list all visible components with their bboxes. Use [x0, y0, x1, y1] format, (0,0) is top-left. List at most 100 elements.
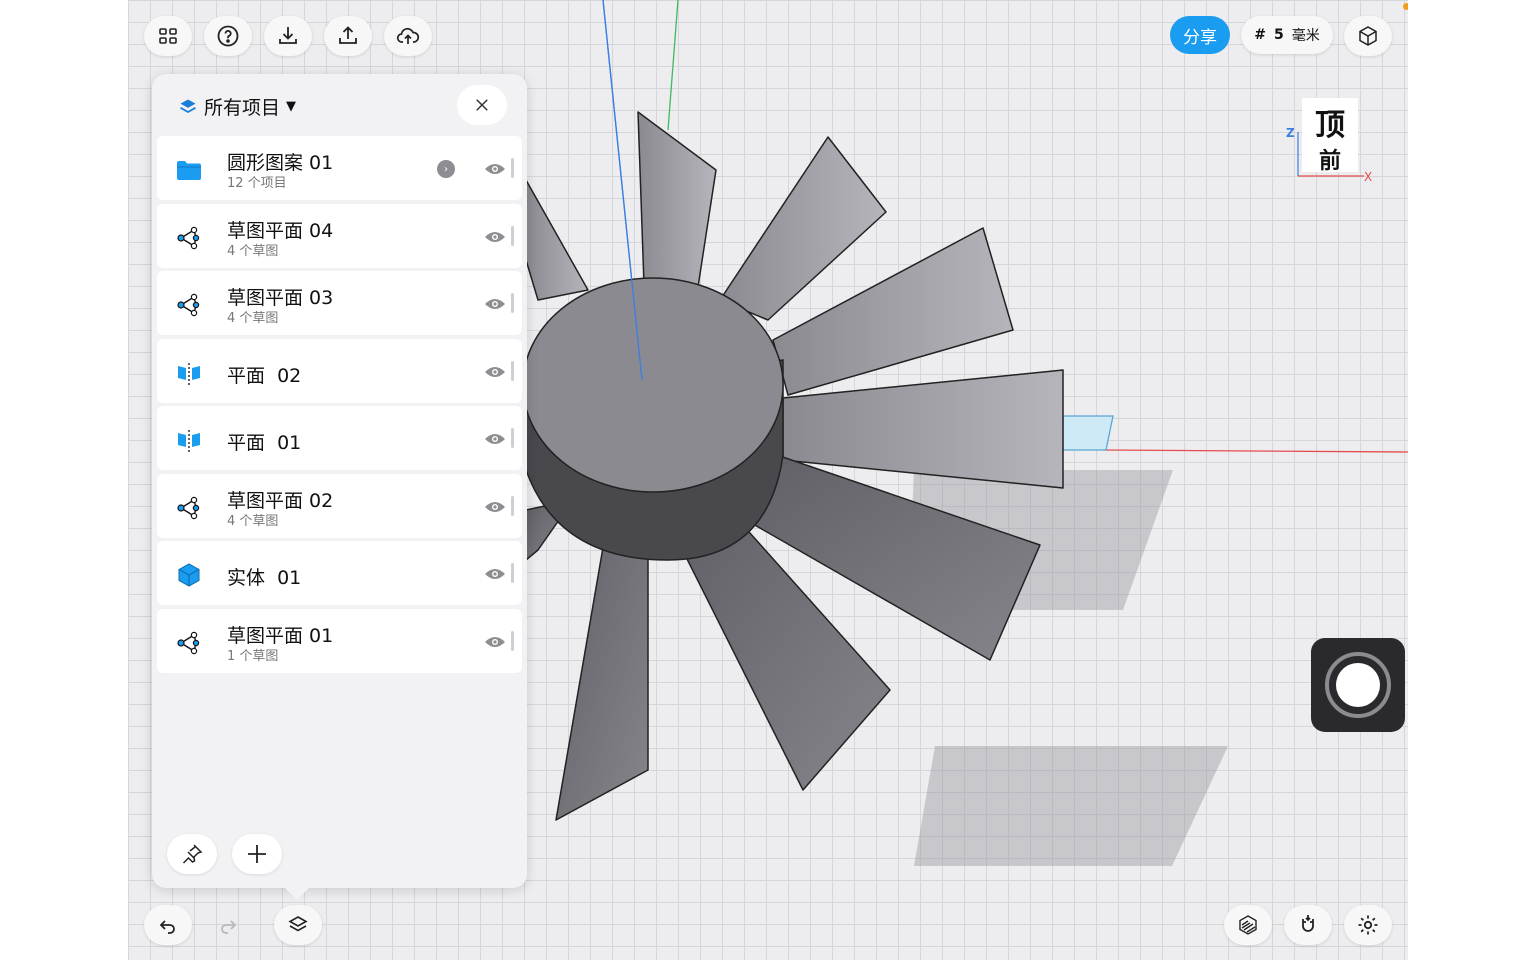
item-name: 平面 01 [227, 432, 302, 454]
sketch-plane [1062, 415, 1114, 451]
eye-icon[interactable] [484, 431, 506, 447]
list-item[interactable]: 平面 02 [157, 338, 522, 403]
item-name: 圆形图案 01 [227, 152, 334, 174]
view-cube-top-face[interactable]: 顶 [1302, 98, 1358, 146]
sketch-icon [177, 496, 200, 519]
eye-icon[interactable] [484, 499, 506, 515]
hatched-cube-icon [1239, 915, 1257, 935]
folder-icon [177, 161, 201, 180]
list-item[interactable]: 草图平面 02 4 个草图 [157, 473, 522, 538]
add-item-button[interactable] [232, 834, 282, 874]
eye-icon[interactable] [484, 566, 506, 582]
item-name: 草图平面 03 [227, 287, 334, 309]
eye-icon[interactable] [484, 634, 506, 650]
grid-icon [159, 28, 177, 44]
drag-handle[interactable] [511, 563, 514, 583]
settings-button[interactable] [1344, 905, 1392, 945]
item-name: 草图平面 02 [227, 489, 334, 512]
fan-blade [782, 369, 1064, 489]
redo-icon [221, 920, 237, 934]
grid-unit-label: 毫米 [1291, 28, 1320, 44]
undo-button[interactable] [144, 905, 192, 945]
list-item[interactable]: 草图平面 04 4 个草图 [157, 203, 522, 268]
help-button[interactable] [204, 16, 252, 56]
panel-title: 所有项目 [204, 97, 281, 119]
drag-handle[interactable] [511, 360, 514, 381]
download-tray-icon [279, 27, 297, 44]
close-icon [476, 99, 488, 111]
item-subtitle: 4 个草图 [227, 513, 279, 529]
undo-icon [159, 920, 175, 934]
upload-tray-icon [339, 26, 357, 44]
cloud-upload-button[interactable] [384, 16, 432, 56]
drag-handle[interactable] [511, 293, 514, 313]
cloud-upload-icon [396, 27, 420, 44]
item-name: 草图平面 01 [227, 624, 334, 647]
solid-cube-icon [178, 563, 200, 587]
plus-icon [248, 845, 266, 863]
cube-outline-icon [1359, 26, 1377, 46]
view-cube-front-face[interactable]: 前 [1302, 146, 1358, 172]
layers-filled-icon [180, 99, 196, 113]
list-item[interactable]: 草图平面 01 1 个草图 [157, 608, 522, 673]
section-view-button[interactable] [1224, 905, 1272, 945]
axis-z-label: Z [1286, 126, 1295, 140]
drag-handle[interactable] [511, 158, 514, 178]
capture-dot [1336, 663, 1380, 707]
gear-icon [1358, 915, 1378, 935]
grid-hash-label: # [1254, 27, 1266, 43]
grid-menu-button[interactable] [144, 16, 192, 56]
layers-icon [288, 916, 308, 932]
capture-button[interactable] [1311, 638, 1405, 732]
drag-handle[interactable] [511, 428, 514, 448]
pin-icon [182, 844, 203, 864]
panel-header: 所有项目 ▼ [152, 74, 527, 134]
item-subtitle: 4 个草图 [227, 311, 279, 326]
layers-button[interactable] [274, 905, 322, 945]
axis-x-line [1102, 449, 1408, 453]
snap-button[interactable] [1284, 905, 1332, 945]
list-item[interactable]: 草图平面 03 4 个草图 [157, 271, 522, 335]
view-cube[interactable]: 顶 前 Z X [1280, 92, 1380, 192]
item-name: 草图平面 04 [227, 219, 334, 242]
capture-ring [1325, 652, 1391, 718]
panel-title-dropdown[interactable]: 所有项目 ▼ [178, 93, 296, 120]
items-panel: 所有项目 ▼ 圆形图案 01 12 个项目 › 草图平面 04 4 个草图 草图 [152, 74, 527, 888]
item-subtitle: 1 个草图 [227, 648, 279, 664]
axis-x-label: X [1364, 170, 1373, 184]
plane-icon [178, 362, 200, 385]
grid-size-selector[interactable]: # 5 毫米 [1241, 16, 1333, 54]
notification-dot [1403, 3, 1408, 10]
sketch-icon [177, 226, 200, 249]
fan-blade [525, 179, 589, 301]
view-mode-button[interactable] [1344, 16, 1392, 56]
magnet-icon [1302, 915, 1314, 932]
fan-hub-top [522, 277, 784, 493]
item-name: 实体 01 [227, 567, 302, 589]
eye-icon[interactable] [484, 296, 506, 312]
drag-handle[interactable] [511, 495, 514, 516]
panel-pointer [283, 886, 311, 900]
eye-icon[interactable] [484, 161, 506, 177]
grid-size-value: 5 [1273, 27, 1284, 43]
list-item[interactable]: 实体 01 [157, 541, 522, 605]
help-icon [217, 25, 239, 47]
pin-button[interactable] [167, 834, 217, 874]
close-panel-button[interactable] [457, 85, 507, 125]
drag-handle[interactable] [511, 630, 514, 651]
drag-handle[interactable] [511, 225, 514, 246]
eye-icon[interactable] [484, 229, 506, 245]
share-button[interactable]: 分享 [1170, 16, 1230, 54]
list-item[interactable]: 圆形图案 01 12 个项目 › [157, 136, 522, 200]
item-name: 平面 02 [227, 364, 302, 387]
item-subtitle: 12 个项目 [227, 176, 287, 191]
import-button[interactable] [264, 16, 312, 56]
axis-y-line [667, 0, 679, 131]
chevron-right-icon[interactable]: › [437, 160, 455, 178]
plane-icon [178, 430, 200, 452]
ground-shadow [914, 746, 1228, 866]
eye-icon[interactable] [484, 364, 506, 380]
list-item[interactable]: 平面 01 [157, 406, 522, 470]
redo-button[interactable] [204, 905, 252, 945]
export-button[interactable] [324, 16, 372, 56]
